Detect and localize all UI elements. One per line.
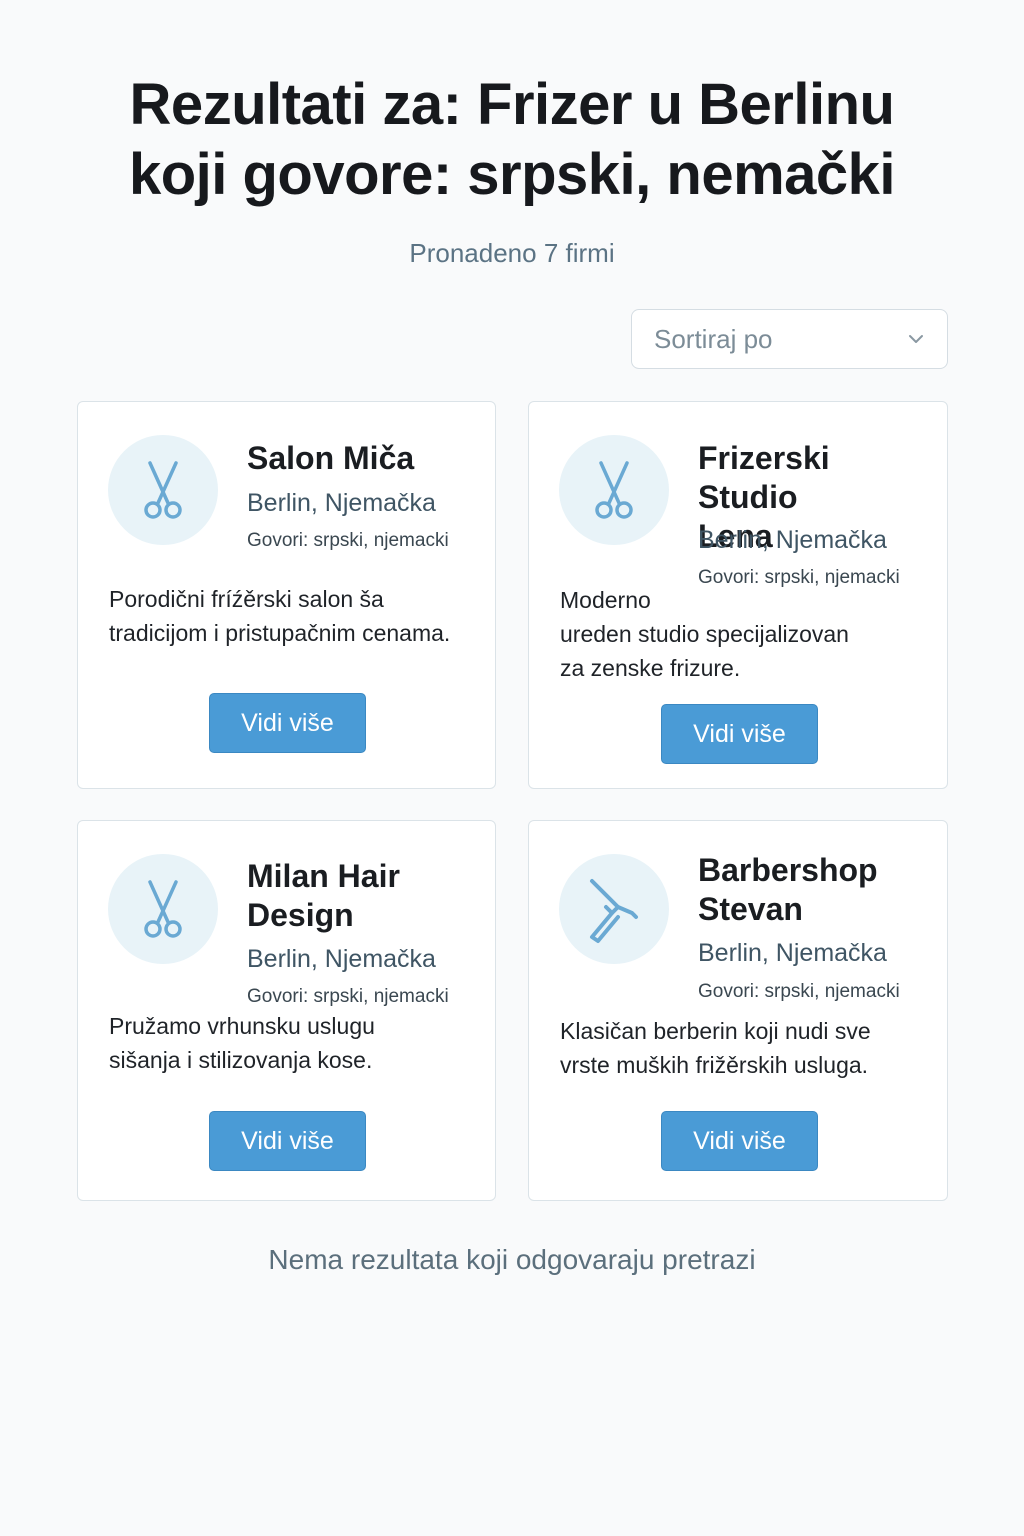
sort-dropdown[interactable]: Sortiraj po <box>631 309 948 369</box>
business-location: Berlin, Njemačka <box>698 939 887 967</box>
business-description: Moderno ureden studio specijalizovan za … <box>560 583 930 685</box>
business-avatar <box>108 435 218 545</box>
business-name-line: Design <box>247 897 354 933</box>
description-line: tradicijom i pristupačnim cenama. <box>109 620 451 646</box>
business-card-barbershop-stevan: Barbershop Stevan Berlin, Njemačka Govor… <box>528 820 948 1201</box>
description-line: sišanja i stilizovanja kose. <box>109 1047 373 1073</box>
business-location: Berlin, Njemačka <box>247 945 436 973</box>
page-title: Rezultati za: Frizer u Berlinu koji govo… <box>40 70 984 210</box>
no-results-message: Nema rezultata koji odgovaraju pretrazi <box>268 1244 756 1275</box>
business-card-salon-mica: Salon Miča Berlin, Njemačka Govori: srps… <box>77 401 496 789</box>
view-more-button[interactable]: Vidi više <box>209 1111 366 1171</box>
business-languages: Govori: srpski, njemacki <box>698 981 900 1002</box>
business-location: Berlin, Njemačka <box>698 526 887 554</box>
results-page: Rezultati za: Frizer u Berlinu koji govo… <box>0 0 1024 1536</box>
sort-dropdown-label: Sortiraj po <box>654 323 773 354</box>
business-description: Klasičan berberin koji nudi sve vrste mu… <box>560 1014 930 1082</box>
business-name-line: Stevan <box>698 891 803 927</box>
view-more-button[interactable]: Vidi više <box>209 693 366 753</box>
razor-icon <box>590 879 638 943</box>
business-avatar <box>559 435 669 545</box>
description-line: za zenske frizure. <box>560 655 741 681</box>
business-name-line: Milan Hair <box>247 858 400 894</box>
description-line: Porodični fríźěrski salon ša <box>109 586 384 612</box>
view-more-button[interactable]: Vidi više <box>661 704 818 764</box>
description-line: Pružamo vrhunsku uslugu <box>109 1013 375 1039</box>
business-card-milan-hair-design: Milan Hair Design Berlin, Njemačka Govor… <box>77 820 496 1201</box>
business-avatar <box>559 854 669 964</box>
scissors-icon <box>595 461 633 519</box>
business-description: Pružamo vrhunsku uslugu sišanja i stiliz… <box>109 1009 479 1077</box>
business-card-frizerski-studio-lena: Frizerski Studio Lena Berlin, Njemačka G… <box>528 401 948 789</box>
view-more-button[interactable]: Vidi više <box>661 1111 818 1171</box>
chevron-down-icon <box>907 330 925 348</box>
business-name: Milan Hair Design <box>247 857 487 935</box>
business-name: Barbershop Stevan <box>698 851 938 929</box>
business-name: Salon Miča <box>247 440 415 476</box>
business-name-line: Frizerski Studio <box>698 440 830 515</box>
description-line: Moderno <box>560 587 651 613</box>
business-description: Porodični fríźěrski salon ša tradicijom … <box>109 582 479 650</box>
results-count: Pronadeno 7 firmi <box>409 238 615 268</box>
description-line: vrste muških frižěrskih usluga. <box>560 1052 869 1078</box>
business-name-line: Barbershop <box>698 852 878 888</box>
scissors-icon <box>144 880 182 938</box>
business-location: Berlin, Njemačka <box>247 489 436 517</box>
description-line: ureden studio specijalizovan <box>560 621 849 647</box>
page-title-line-1: Rezultati za: Frizer u Berlinu <box>129 72 895 137</box>
business-avatar <box>108 854 218 964</box>
page-title-line-2: koji govore: srpski, nemački <box>128 142 896 207</box>
description-line: Klasičan berberin koji nudi sve <box>560 1018 871 1044</box>
business-languages: Govori: srpski, njemacki <box>247 530 449 551</box>
business-languages: Govori: srpski, njemacki <box>247 986 449 1007</box>
scissors-icon <box>144 461 182 519</box>
